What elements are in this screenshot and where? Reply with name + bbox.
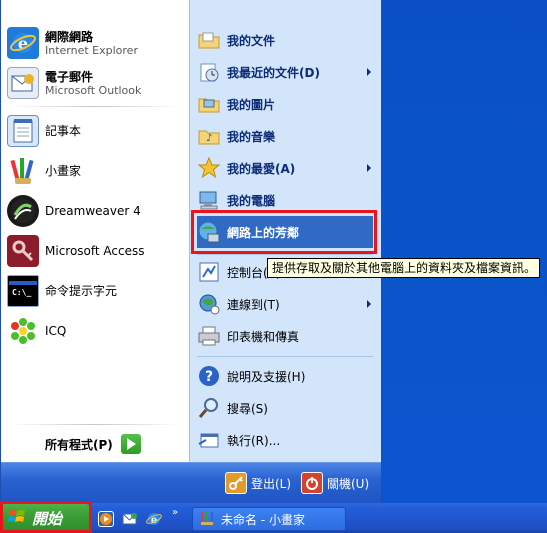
menu-printers-faxes[interactable]: 印表機和傳真 — [197, 322, 373, 350]
notepad-icon — [7, 115, 39, 147]
menu-label: 連線到(T) — [227, 297, 280, 312]
windows-logo-icon — [8, 508, 26, 529]
menu-my-documents[interactable]: 我的文件 — [197, 26, 373, 54]
menu-my-computer[interactable]: 我的電腦 — [197, 186, 373, 214]
start-menu: e 網際網路 Internet Explorer 電子郵件 Microsoft … — [0, 0, 382, 503]
program-label: ICQ — [45, 324, 67, 338]
paint-icon — [199, 510, 215, 529]
pictures-icon — [197, 92, 221, 116]
all-programs-button[interactable]: 所有程式(P) — [45, 430, 185, 458]
menu-label: 網路上的芳鄰 — [227, 225, 300, 240]
svg-text:?: ? — [205, 369, 213, 385]
logoff-button[interactable]: 登出(L) — [225, 470, 291, 496]
program-label: Dreamweaver 4 — [45, 204, 141, 218]
shutdown-label: 關機(U) — [327, 476, 370, 491]
menu-label: 我的最愛(A) — [227, 161, 296, 176]
pinned-title: 電子郵件 — [45, 69, 94, 84]
menu-label: 執行(R)... — [227, 433, 281, 448]
menu-network-places[interactable]: 網路上的芳鄰 — [197, 216, 373, 248]
submenu-arrow-icon — [367, 300, 371, 308]
task-label: 未命名 - 小畫家 — [221, 512, 305, 527]
pinned-title: 網際網路 — [45, 29, 94, 44]
menu-label: 說明及支援(H) — [227, 369, 306, 384]
folder-icon — [197, 28, 221, 52]
dreamweaver-icon — [7, 195, 39, 227]
control-panel-icon — [197, 260, 221, 284]
svg-text:♪: ♪ — [206, 133, 212, 144]
shutdown-button[interactable]: 關機(U) — [301, 470, 369, 496]
start-label: 開始 — [32, 509, 63, 528]
network-icon — [197, 220, 221, 244]
svg-text:C:\_: C:\_ — [12, 288, 31, 297]
menu-connect-to[interactable]: 連線到(T) — [197, 290, 373, 318]
program-access[interactable]: Microsoft Access — [7, 232, 185, 270]
internet-explorer-icon[interactable]: e — [146, 511, 162, 527]
music-icon: ♪ — [197, 124, 221, 148]
program-label: 命令提示字元 — [45, 284, 118, 298]
menu-label: 印表機和傳真 — [227, 329, 300, 344]
command-prompt-icon: C:\_ — [7, 275, 39, 307]
menu-help-support[interactable]: ? 說明及支援(H) — [197, 362, 373, 390]
menu-search[interactable]: 搜尋(S) — [197, 394, 373, 422]
pinned-subtitle: Internet Explorer — [45, 43, 138, 57]
taskbar-button-paint[interactable]: 未命名 - 小畫家 — [192, 507, 346, 531]
recent-docs-icon — [197, 60, 221, 84]
pinned-subtitle: Microsoft Outlook — [45, 83, 142, 97]
pinned-separator — [9, 106, 181, 107]
program-label: 小畫家 — [45, 164, 82, 178]
program-icq[interactable]: ICQ — [7, 312, 185, 350]
menu-label: 我的圖片 — [227, 97, 276, 112]
menu-recent-documents[interactable]: 我最近的文件(D) — [197, 58, 373, 86]
media-player-icon[interactable] — [98, 511, 114, 527]
right-separator — [197, 356, 373, 357]
outlook-express-icon[interactable] — [122, 511, 138, 527]
power-icon — [301, 472, 323, 494]
green-arrow-icon — [120, 434, 141, 454]
program-label: Microsoft Access — [45, 244, 145, 258]
right-separator — [197, 254, 373, 255]
pinned-internet-explorer[interactable]: e 網際網路 Internet Explorer — [7, 24, 185, 62]
printer-icon — [197, 324, 221, 348]
program-command-prompt[interactable]: C:\_ 命令提示字元 — [7, 272, 185, 310]
submenu-arrow-icon — [367, 164, 371, 172]
submenu-arrow-icon — [367, 68, 371, 76]
start-menu-left-column: e 網際網路 Internet Explorer 電子郵件 Microsoft … — [1, 0, 190, 462]
menu-my-pictures[interactable]: 我的圖片 — [197, 90, 373, 118]
quick-launch-more[interactable]: » — [172, 507, 178, 518]
menu-label: 我的電腦 — [227, 193, 276, 208]
outlook-icon — [7, 67, 39, 99]
computer-icon — [197, 188, 221, 212]
connect-icon — [197, 292, 221, 316]
program-dreamweaver[interactable]: Dreamweaver 4 — [7, 192, 185, 230]
menu-label: 我的音樂 — [227, 129, 276, 144]
all-programs-separator — [9, 424, 181, 425]
favorites-icon — [197, 156, 221, 180]
menu-label: 我最近的文件(D) — [227, 65, 320, 80]
program-label: 記事本 — [45, 124, 82, 138]
internet-explorer-icon: e — [7, 27, 39, 59]
program-notepad[interactable]: 記事本 — [7, 112, 185, 150]
icq-icon — [7, 315, 39, 347]
taskbar: 開始 e » 未命名 - 小畫家 — [0, 503, 547, 533]
run-icon — [197, 428, 221, 452]
all-programs-label: 所有程式(P) — [45, 437, 113, 452]
help-icon: ? — [197, 364, 221, 388]
menu-favorites[interactable]: 我的最愛(A) — [197, 154, 373, 182]
search-icon — [197, 396, 221, 420]
key-icon — [225, 472, 247, 494]
paint-icon — [7, 155, 39, 187]
pinned-outlook[interactable]: 電子郵件 Microsoft Outlook — [7, 64, 185, 102]
start-button[interactable]: 開始 — [0, 503, 92, 533]
menu-label: 搜尋(S) — [227, 401, 268, 416]
tooltip: 提供存取及關於其他電腦上的資料夾及檔案資訊。 — [267, 258, 540, 278]
menu-run[interactable]: 執行(R)... — [197, 426, 373, 454]
logoff-label: 登出(L) — [251, 476, 292, 491]
access-icon — [7, 235, 39, 267]
program-paint[interactable]: 小畫家 — [7, 152, 185, 190]
menu-label: 我的文件 — [227, 33, 276, 48]
menu-my-music[interactable]: ♪ 我的音樂 — [197, 122, 373, 150]
